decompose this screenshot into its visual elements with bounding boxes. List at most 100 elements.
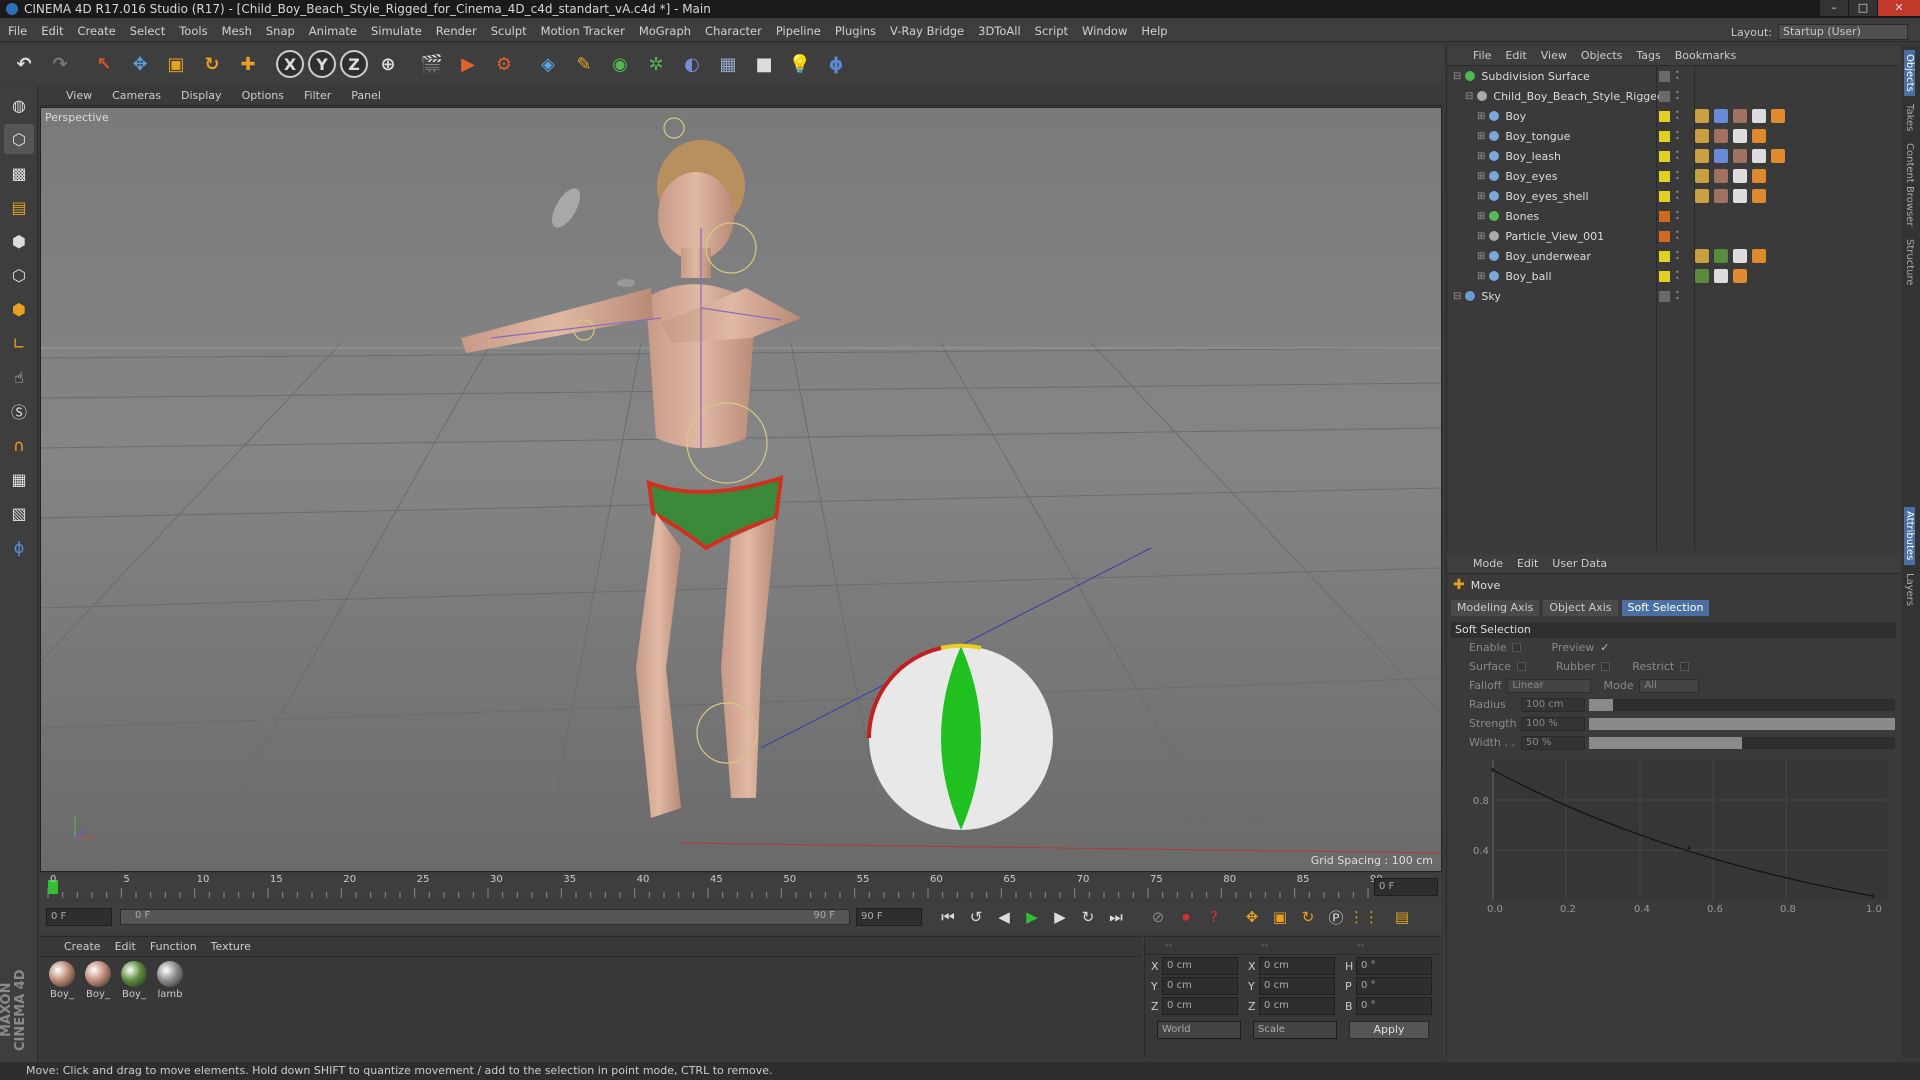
edges-mode-icon[interactable]: ⬡ [4,260,34,290]
menu-mesh[interactable]: Mesh [222,24,252,38]
object-tag-icon[interactable] [1733,109,1747,123]
visibility-dots-icon[interactable]: • • [1675,149,1680,163]
current-frame-field[interactable]: 0 F [1374,878,1438,896]
strength-field[interactable]: 100 % [1521,716,1585,731]
key-scale-icon[interactable]: ▣ [1268,905,1292,929]
python-script-icon[interactable]: ϕ [4,532,34,562]
key-pla-icon[interactable]: ⋮⋮ [1349,905,1379,929]
model-mode-icon[interactable]: ⬡ [4,124,34,154]
viewport-menu-view[interactable]: View [66,89,92,102]
object-tag-icon[interactable] [1771,109,1785,123]
side-tab-objects[interactable]: Objects [1904,50,1915,96]
expand-icon[interactable]: ⊞ [1477,151,1485,162]
close-button[interactable]: ✕ [1878,0,1920,16]
width-field[interactable]: 50 % [1521,735,1585,750]
polygons-mode-icon[interactable]: ⬢ [4,294,34,324]
layer-color-icon[interactable] [1659,190,1670,202]
workplane-icon[interactable]: ▤ [4,192,34,222]
cube-object-icon[interactable]: ◈ [532,48,564,80]
rubber-checkbox[interactable] [1601,662,1611,671]
layout-dropdown[interactable]: Startup (User) [1778,24,1908,40]
scale-dropdown[interactable]: Scale [1253,1021,1337,1039]
coord-value-field[interactable]: 0 ° [1356,977,1432,995]
key-parameter-icon[interactable]: Ⓟ [1324,905,1348,929]
object-tag-icon[interactable] [1695,269,1709,283]
object-tag-icon[interactable] [1733,129,1747,143]
menu-render[interactable]: Render [436,24,477,38]
material-menu-edit[interactable]: Edit [115,940,136,953]
viewport-menu-options[interactable]: Options [242,89,284,102]
scale-tool-icon[interactable]: ▣ [160,48,192,80]
previous-frame-icon[interactable]: ◀ [992,905,1016,929]
coord-value-field[interactable]: 0 cm [1259,957,1335,975]
object-menu-objects[interactable]: Objects [1581,49,1623,62]
workplane-grid-icon[interactable]: ▦ [4,464,34,494]
layer-color-icon[interactable] [1659,270,1670,282]
object-tag-icon[interactable] [1695,149,1709,163]
move-tool-icon[interactable]: ✥ [124,48,156,80]
object-row[interactable]: ⊞ Boy_leash • • [1447,146,1900,166]
expand-icon[interactable]: ⊞ [1477,111,1485,122]
object-tag-icon[interactable] [1714,109,1728,123]
start-frame-field[interactable]: 0 F [46,908,112,926]
timeline-ruler[interactable]: 051015202530354045505560657075808590 0 F [40,874,1442,900]
coord-value-field[interactable]: 0 cm [1162,957,1238,975]
menu-select[interactable]: Select [130,24,165,38]
mode-dropdown[interactable]: All [1639,678,1700,693]
coord-value-field[interactable]: 0 cm [1162,997,1238,1015]
object-tag-icon[interactable] [1695,109,1709,123]
object-row[interactable]: ⊟ Child_Boy_Beach_Style_Rigged • • [1447,86,1900,106]
object-row[interactable]: ⊞ Boy_tongue • • [1447,126,1900,146]
menu-create[interactable]: Create [78,24,116,38]
attr-tab-soft-selection[interactable]: Soft Selection [1621,600,1710,616]
undo-icon[interactable]: ↶ [8,48,40,80]
object-tag-icon[interactable] [1714,149,1728,163]
falloff-dropdown[interactable]: Linear [1507,678,1592,693]
autokeying-icon[interactable]: ? [1202,905,1226,929]
attribute-menu-user-data[interactable]: User Data [1552,557,1607,570]
object-row[interactable]: ⊞ Particle_View_001 • • [1447,226,1900,246]
next-frame-icon[interactable]: ▶ [1048,905,1072,929]
layer-color-icon[interactable] [1659,130,1670,142]
expand-icon[interactable]: ⊞ [1477,231,1485,242]
side-tab-content-browser[interactable]: Content Browser [1904,139,1915,230]
expand-icon[interactable]: ⊞ [1477,171,1485,182]
object-row[interactable]: ⊞ Boy_underwear • • [1447,246,1900,266]
axis-mode-icon[interactable]: ∟ [4,328,34,358]
make-editable-icon[interactable]: ◍ [4,90,34,120]
material-swatch[interactable]: lamb [154,961,186,1000]
coord-value-field[interactable]: 0 cm [1162,977,1238,995]
redo-icon[interactable]: ↷ [44,48,76,80]
visibility-dots-icon[interactable]: • • [1675,109,1680,123]
pen-spline-icon[interactable]: ✎ [568,48,600,80]
expand-icon[interactable]: ⊟ [1453,71,1461,82]
previous-key-icon[interactable]: ↺ [964,905,988,929]
rotate-tool-icon[interactable]: ↻ [196,48,228,80]
viewport-menu-cameras[interactable]: Cameras [112,89,161,102]
record-keys-icon[interactable]: ⊘ [1146,905,1170,929]
light-icon[interactable]: 💡 [784,48,816,80]
go-to-end-icon[interactable]: ⏭ [1104,905,1128,929]
frame-range-slider[interactable]: 0 F 90 F [120,909,850,925]
radius-slider[interactable] [1589,698,1895,711]
object-tag-icon[interactable] [1714,169,1728,183]
z-axis-lock-icon[interactable]: Z [340,50,368,78]
visibility-dots-icon[interactable]: • • [1675,129,1680,143]
object-tag-icon[interactable] [1752,109,1766,123]
menu-file[interactable]: File [8,24,27,38]
maximize-button[interactable]: □ [1849,0,1877,16]
render-picture-viewer-icon[interactable]: ▶ [452,48,484,80]
locked-workplane-icon[interactable]: ▧ [4,498,34,528]
floor-scene-icon[interactable]: ▦ [712,48,744,80]
object-tag-icon[interactable] [1733,249,1747,263]
visibility-dots-icon[interactable]: • • [1675,89,1680,103]
object-menu-tags[interactable]: Tags [1636,49,1660,62]
menu-sculpt[interactable]: Sculpt [491,24,527,38]
side-tab-structure[interactable]: Structure [1904,235,1915,290]
last-tool-icon[interactable]: ✚ [232,48,264,80]
minimize-button[interactable]: – [1820,0,1848,16]
y-axis-lock-icon[interactable]: Y [308,50,336,78]
expand-icon[interactable]: ⊟ [1465,91,1473,102]
object-tag-icon[interactable] [1752,129,1766,143]
expand-icon[interactable]: ⊞ [1477,211,1485,222]
